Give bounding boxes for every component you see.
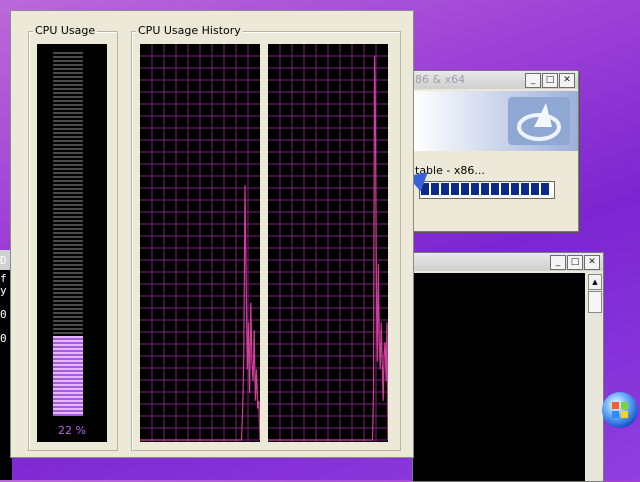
cpu-history-group: CPU Usage History [131,24,401,451]
cpu-usage-bar [53,52,83,416]
console-screen[interactable] [413,273,585,481]
installer-logo-icon [508,97,570,145]
cpu-usage-meter: 22 % [37,44,107,442]
installer-progress-bar [419,181,555,199]
left-console-line: 0 [0,332,7,345]
installer-window[interactable]: 86 & x64 _ □ ✕ table - x86... [412,70,579,232]
cpu-usage-group: CPU Usage 22 % [28,24,118,451]
left-console-line: 0 [0,308,7,321]
cpu-usage-label: CPU Usage [33,24,98,37]
cpu-history-graph-core-2 [268,44,388,442]
progress-segment [481,183,489,195]
console-window[interactable]: _ □ ✕ ▲ [412,252,604,482]
installer-maximize-button[interactable]: □ [542,73,558,88]
console-titlebar[interactable]: _ □ ✕ [413,253,603,271]
cpu-history-label: CPU Usage History [136,24,243,37]
installer-title: 86 & x64 [415,73,466,86]
progress-segment [531,183,539,195]
progress-segment [451,183,459,195]
cpu-history-graph-core-1 [140,44,260,442]
cpu-usage-bar-fill [53,335,83,416]
start-button[interactable] [602,392,638,428]
console-maximize-button[interactable]: □ [567,255,583,270]
progress-segment [441,183,449,195]
scroll-up-button[interactable]: ▲ [588,274,602,290]
left-console-line: y [0,284,7,297]
cpu-usage-value: 22 % [58,424,86,437]
progress-segment [501,183,509,195]
console-minimize-button[interactable]: _ [550,255,566,270]
console-close-button[interactable]: ✕ [584,255,600,270]
scroll-thumb[interactable] [588,291,602,313]
progress-segment [431,183,439,195]
installer-minimize-button[interactable]: _ [525,73,541,88]
installer-close-button[interactable]: ✕ [559,73,575,88]
progress-segment [541,183,549,195]
console-scrollbar[interactable]: ▲ [587,273,603,481]
progress-segment [511,183,519,195]
left-console-line: D [0,254,7,267]
progress-segment [461,183,469,195]
progress-segment [471,183,479,195]
task-manager-performance-panel: CPU Usage 22 % CPU Usage History [10,10,414,458]
progress-segment [491,183,499,195]
progress-segment [521,183,529,195]
installer-banner [413,91,578,151]
installer-titlebar[interactable]: 86 & x64 _ □ ✕ [413,71,578,89]
